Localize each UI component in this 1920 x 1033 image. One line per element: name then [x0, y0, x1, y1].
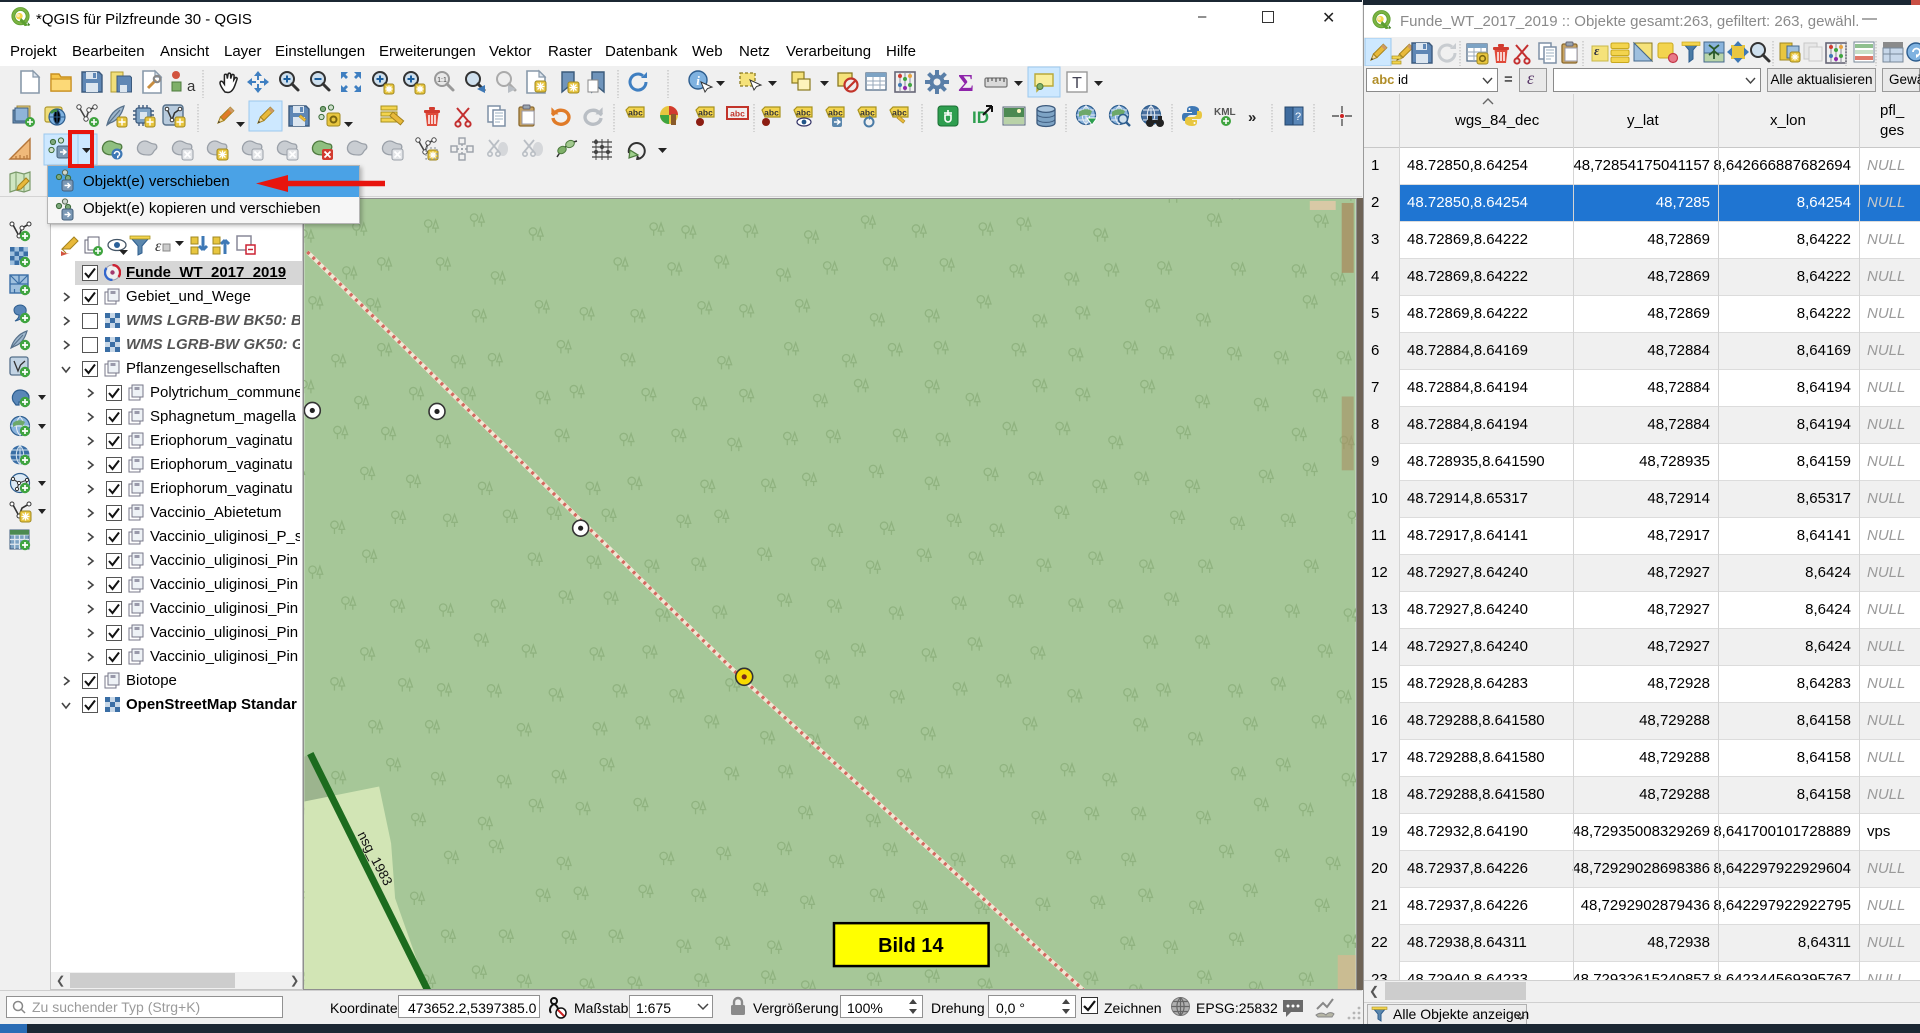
svg-text:abc: abc	[764, 108, 779, 118]
svg-text:abc: abc	[698, 108, 713, 118]
svg-text:ε: ε	[1594, 43, 1600, 58]
svg-text:»: »	[1248, 109, 1256, 126]
svg-text:Σ: Σ	[958, 71, 974, 97]
svg-text:1:1: 1:1	[437, 77, 447, 84]
svg-text:i: i	[696, 73, 700, 88]
svg-text:ε: ε	[155, 238, 162, 255]
svg-text:T: T	[1072, 75, 1082, 92]
svg-text:Bild 14: Bild 14	[878, 935, 943, 957]
svg-text:abc: abc	[828, 108, 843, 118]
svg-text:abc: abc	[892, 108, 907, 118]
svg-text:abc: abc	[730, 109, 745, 119]
svg-text:abc: abc	[860, 108, 875, 118]
svg-text:abc: abc	[628, 108, 643, 118]
svg-text:abc: abc	[796, 108, 811, 118]
svg-text:a: a	[187, 78, 196, 95]
svg-text:?: ?	[1295, 111, 1301, 123]
